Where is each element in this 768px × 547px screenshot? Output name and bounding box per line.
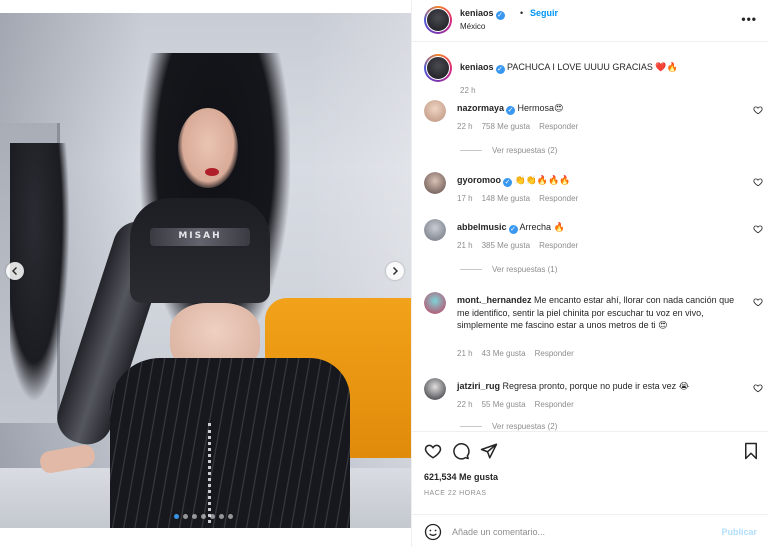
reply-button[interactable]: Responder: [539, 194, 578, 203]
shirt-logo-text: MISAH: [178, 231, 222, 241]
caption-text: PACHUCA I LOVE UUUU GRACIAS ❤️🔥: [507, 62, 678, 72]
previous-slide-button[interactable]: [6, 262, 24, 280]
view-replies-button[interactable]: Ver respuestas (2): [460, 422, 557, 431]
verified-badge-icon: ✓: [508, 225, 518, 234]
verified-badge-icon: ✓: [506, 106, 516, 115]
reply-button[interactable]: Responder: [535, 400, 574, 409]
add-comment-input[interactable]: [452, 523, 702, 541]
posted-time: HACE 22 HORAS: [424, 490, 487, 497]
instagram-post-dialog: MISAH keniaos ✓ • Seguir México ••• keni…: [0, 0, 768, 547]
post-photo[interactable]: MISAH: [0, 13, 411, 528]
more-options-icon[interactable]: •••: [741, 12, 757, 26]
comment-text: Regresa pronto, porque no pude ir esta v…: [502, 381, 690, 391]
comment-username[interactable]: nazormaya: [457, 103, 504, 113]
commenter-avatar[interactable]: [424, 172, 446, 194]
carousel-dot: [219, 514, 224, 519]
like-comment-heart-icon[interactable]: [753, 105, 763, 115]
header-separator: •: [520, 8, 524, 18]
comment-time: 21 h: [457, 349, 473, 358]
like-comment-heart-icon[interactable]: [753, 177, 763, 187]
verified-badge-icon: ✓: [495, 65, 505, 74]
share-send-icon[interactable]: [480, 442, 498, 460]
add-comment-bar: Publicar: [412, 514, 768, 547]
comment-text: Arrecha 🔥: [519, 222, 565, 232]
view-replies-label: Ver respuestas (1): [492, 265, 558, 274]
next-slide-button[interactable]: [386, 262, 404, 280]
carousel-dot: [183, 514, 188, 519]
comment-bubble-icon[interactable]: [452, 442, 470, 460]
reply-button[interactable]: Responder: [539, 122, 578, 131]
carousel-dot: [192, 514, 197, 519]
comment-username[interactable]: gyoromoo: [457, 175, 501, 185]
author-username[interactable]: keniaos: [460, 8, 494, 18]
chevron-left-icon: [12, 267, 17, 275]
comment-likes[interactable]: 758 Me gusta: [482, 122, 530, 131]
location-link[interactable]: México: [460, 22, 485, 31]
pinstripe-pants: [110, 358, 350, 528]
comment-time: 17 h: [457, 194, 473, 203]
post-actions: 621,534 Me gusta HACE 22 HORAS Publicar: [412, 431, 768, 547]
caption-avatar[interactable]: [424, 54, 452, 82]
comment-likes[interactable]: 148 Me gusta: [482, 194, 530, 203]
verified-badge-icon: ✓: [503, 178, 512, 187]
like-comment-heart-icon[interactable]: [753, 297, 763, 307]
carousel-dot: [228, 514, 233, 519]
comment-likes[interactable]: 55 Me gusta: [482, 400, 526, 409]
view-replies-button[interactable]: Ver respuestas (1): [460, 265, 557, 274]
comment-time: 22 h: [457, 122, 473, 131]
save-bookmark-icon[interactable]: [742, 442, 760, 460]
view-replies-label: Ver respuestas (2): [492, 146, 558, 155]
chevron-right-icon: [393, 267, 398, 275]
like-comment-heart-icon[interactable]: [753, 224, 763, 234]
carousel-dot: [210, 514, 215, 519]
face: [178, 108, 238, 188]
likes-count[interactable]: 621,534 Me gusta: [424, 472, 498, 482]
comment-username[interactable]: mont._hernandez: [457, 295, 532, 305]
emoji-smile-icon[interactable]: [424, 523, 442, 541]
media-pane: MISAH: [0, 0, 411, 547]
comment-likes[interactable]: 385 Me gusta: [482, 241, 530, 250]
comment-text: Hermosa😍: [517, 103, 564, 113]
carousel-dot: [201, 514, 206, 519]
follow-button[interactable]: Seguir: [530, 8, 558, 18]
like-comment-heart-icon[interactable]: [753, 383, 763, 393]
reply-button[interactable]: Responder: [535, 349, 574, 358]
like-heart-icon[interactable]: [424, 442, 442, 460]
comments-list[interactable]: keniaos ✓ PACHUCA I LOVE UUUU GRACIAS ❤️🔥…: [412, 42, 768, 431]
post-header: keniaos ✓ • Seguir México •••: [412, 0, 768, 42]
caption-username[interactable]: keniaos: [460, 62, 494, 72]
commenter-avatar[interactable]: [424, 378, 446, 400]
commenter-avatar[interactable]: [424, 219, 446, 241]
post-side-panel: keniaos ✓ • Seguir México ••• keniaos ✓ PA…: [411, 0, 768, 547]
carousel-dot: [174, 514, 179, 519]
carousel-indicator: [174, 514, 233, 519]
view-replies-button[interactable]: Ver respuestas (2): [460, 146, 557, 155]
view-replies-label: Ver respuestas (2): [492, 422, 558, 431]
commenter-avatar[interactable]: [424, 292, 446, 314]
comment-time: 22 h: [457, 400, 473, 409]
reply-button[interactable]: Responder: [539, 241, 578, 250]
comment-likes[interactable]: 43 Me gusta: [482, 349, 526, 358]
commenter-avatar[interactable]: [424, 100, 446, 122]
comment-text: 👏👏🔥🔥🔥: [514, 175, 571, 185]
author-avatar[interactable]: [424, 6, 452, 34]
publish-button[interactable]: Publicar: [721, 527, 757, 537]
comment-username[interactable]: abbelmusic: [457, 222, 507, 232]
comment-time: 21 h: [457, 241, 473, 250]
comment-username[interactable]: jatziri_rug: [457, 381, 500, 391]
crop-top: [130, 198, 270, 303]
verified-badge-icon: ✓: [495, 11, 505, 20]
caption-time: 22 h: [460, 86, 476, 95]
